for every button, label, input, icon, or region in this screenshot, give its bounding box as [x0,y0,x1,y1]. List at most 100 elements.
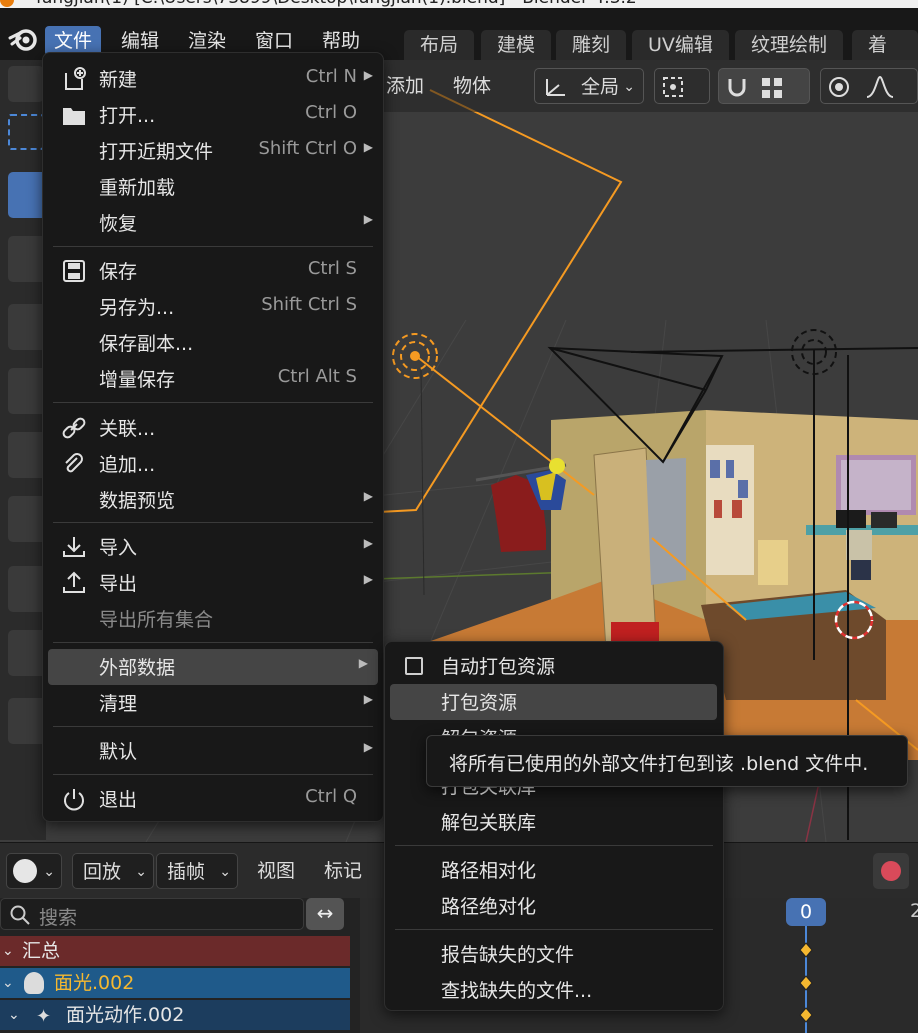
submenu-arrow-icon: ▶ [363,489,373,503]
external-data-submenu: 自动打包资源 打包资源 解包资源 打包关联库 解包关联库 路径相对化 路径绝对化… [384,641,724,1011]
menu-separator [395,845,713,846]
keying-dropdown[interactable]: 插帧 ⌄ [156,853,238,889]
menu-item-label: 清理 [99,693,138,715]
menu-item-make-absolute[interactable]: 路径绝对化 [385,888,723,924]
menu-item-label: 默认 [99,741,138,763]
menu-separator [53,246,373,247]
menu-item-label: 另存为... [99,297,175,319]
menu-item-label: 解包关联库 [441,812,537,834]
menu-item-data-previews[interactable]: 数据预览 ▶ [43,482,383,518]
tab-texture-paint[interactable]: 纹理绘制 [735,30,844,62]
record-button[interactable] [873,853,909,889]
snapping-dropdown[interactable] [718,68,810,104]
chevron-down-icon: ⌄ [43,864,55,880]
window-title: fangjian(1) [C:\Users\73899\Desktop\fang… [36,0,637,8]
blender-logo-icon[interactable] [8,24,40,52]
shortcut-label: Ctrl N [305,66,357,87]
menu-item-save-incremental[interactable]: 增量保存 Ctrl Alt S [43,361,383,397]
menu-item-link[interactable]: 关联... [43,410,383,446]
tooltip: 将所有已使用的外部文件打包到该 .blend 文件中. [426,735,908,787]
blender-app-icon [0,0,14,7]
menu-item-export-all-collections: 导出所有集合 [43,601,383,637]
menu-item-save-copy[interactable]: 保存副本... [43,325,383,361]
proportional-editing-dropdown[interactable] [820,68,918,104]
menu-item-append[interactable]: 追加... [43,446,383,482]
menu-item-label: 路径绝对化 [441,896,537,918]
menu-item-label: 自动打包资源 [441,656,556,678]
menu-separator [53,642,373,643]
select-box-icon[interactable] [8,114,44,150]
swap-arrows-icon[interactable]: ↔ [306,898,344,930]
menu-item-export[interactable]: 导出 ▶ [43,565,383,601]
menu-item-import[interactable]: 导入 ▶ [43,529,383,565]
menu-marker[interactable]: 标记 [324,853,362,889]
tab-modeling[interactable]: 建模 [481,30,552,62]
menu-separator [53,726,373,727]
checkbox-unchecked-icon[interactable] [405,657,423,675]
menu-item-quit[interactable]: 退出 Ctrl Q [43,781,383,817]
tab-shading[interactable]: 着色 [852,30,918,86]
shortcut-label: Ctrl Alt S [277,366,357,387]
tab-layout[interactable]: 布局 [404,30,475,62]
shortcut-label: Ctrl S [307,258,357,279]
menu-item-find-missing[interactable]: 查找缺失的文件... [385,972,723,1008]
pivot-point-dropdown[interactable] [654,68,710,104]
channel-label: 面光.002 [54,972,135,994]
channel-summary[interactable]: ⌄ 汇总 [0,936,350,966]
search-input[interactable]: 搜索 [0,898,304,930]
chevron-down-icon: ⌄ [8,1007,20,1023]
tab-uv-editing[interactable]: UV编辑 [632,30,729,62]
channel-action[interactable]: ⌄ ✦ 面光动作.002 [0,1000,350,1030]
menu-item-external-data[interactable]: 外部数据 ▶ [48,649,378,685]
menu-item-clean-up[interactable]: 清理 ▶ [43,685,383,721]
menu-item-label: 追加... [99,454,156,476]
menu-item-save[interactable]: 保存 Ctrl S [43,253,383,289]
submenu-arrow-icon: ▶ [363,740,373,754]
transform-orientation-dropdown[interactable]: 全局 ⌄ [534,68,644,104]
menu-item-make-relative[interactable]: 路径相对化 [385,852,723,888]
menu-item-revert[interactable]: 重新加载 [43,169,383,205]
channel-light[interactable]: ⌄ 面光.002 [0,968,350,998]
falloff-curve-icon [866,75,894,98]
menu-object[interactable]: 物体 [453,68,491,104]
menu-item-label: 恢复 [99,213,138,235]
link-icon [62,417,86,439]
light-bulb-icon [24,972,44,994]
editor-type-button[interactable] [8,66,44,102]
menu-item-save-as[interactable]: 另存为... Shift Ctrl S [43,289,383,325]
menu-item-report-missing[interactable]: 报告缺失的文件 [385,936,723,972]
menu-separator [53,774,373,775]
viewport-header: 添加 物体 全局 ⌄ [380,60,918,112]
menu-item-recover[interactable]: 恢复 ▶ [43,205,383,241]
submenu-arrow-icon: ▶ [363,536,373,550]
menu-item-label: 重新加载 [99,177,176,199]
menu-item-label: 导出所有集合 [99,609,214,631]
menu-item-unpack-libraries[interactable]: 解包关联库 [385,804,723,840]
menu-item-label: 退出 [99,789,138,811]
menu-add[interactable]: 添加 [386,68,424,104]
search-placeholder: 搜索 [39,907,78,929]
menu-item-label: 外部数据 [99,657,176,679]
current-frame-indicator[interactable]: 0 [786,898,826,926]
tab-sculpting[interactable]: 雕刻 [556,30,627,62]
left-toolbar [0,60,52,840]
editor-type-dropdown[interactable]: ⌄ [6,853,62,889]
menu-view[interactable]: 视图 [257,853,295,889]
menu-item-label: 路径相对化 [441,860,537,882]
tooltip-text: 将所有已使用的外部文件打包到该 .blend 文件中. [449,753,869,775]
submenu-arrow-icon: ▶ [363,68,373,82]
menu-item-open[interactable]: 打开... Ctrl O [43,97,383,133]
menu-item-label: 查找缺失的文件... [441,980,593,1002]
menu-item-pack-resources[interactable]: 打包资源 [390,684,717,720]
orientation-label: 全局 [581,76,620,98]
menu-separator [53,522,373,523]
submenu-arrow-icon: ▶ [363,572,373,586]
menu-item-auto-pack[interactable]: 自动打包资源 [385,648,723,684]
search-icon [10,905,30,925]
menu-item-defaults[interactable]: 默认 ▶ [43,733,383,769]
menu-item-new[interactable]: 新建 Ctrl N ▶ [43,61,383,97]
folder-icon [63,108,85,125]
playback-dropdown[interactable]: 回放 ⌄ [72,853,154,889]
menu-item-open-recent[interactable]: 打开近期文件 Shift Ctrl O ▶ [43,133,383,169]
record-icon [881,861,901,881]
